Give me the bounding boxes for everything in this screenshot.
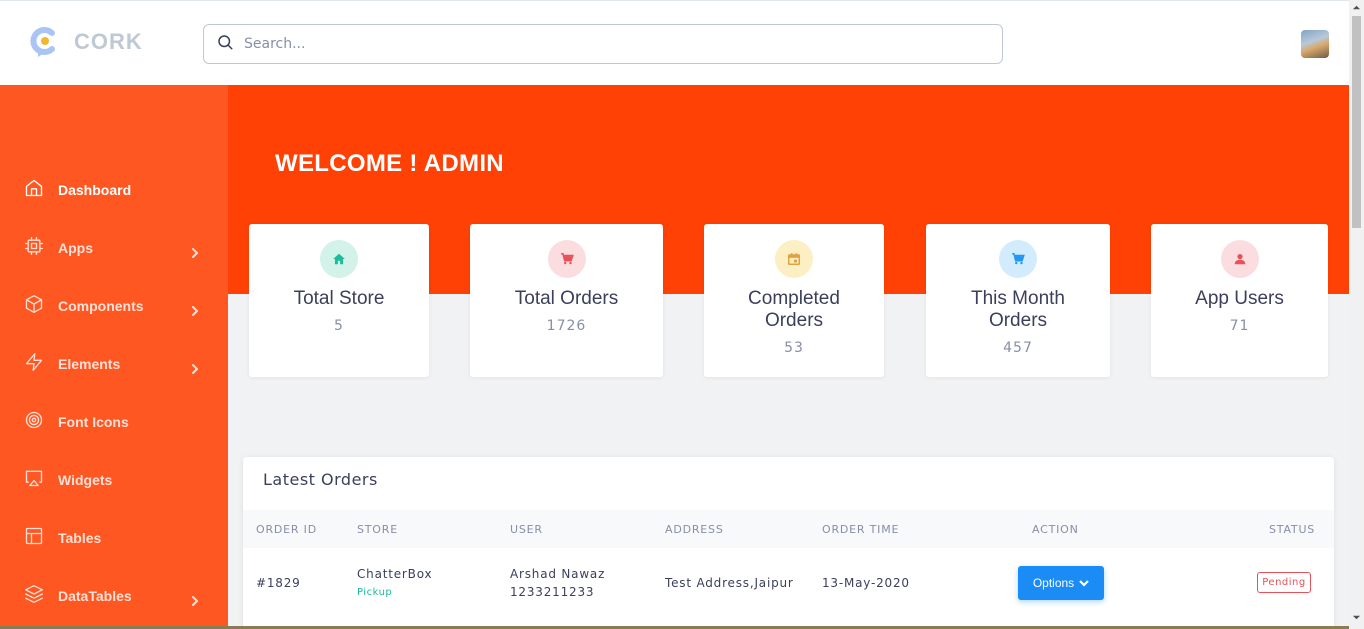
- chevron-right-icon: [190, 591, 200, 606]
- search-icon: [216, 33, 234, 55]
- logo-icon: [30, 25, 60, 59]
- options-button[interactable]: Options: [1018, 566, 1104, 600]
- sidebar-item-label: DataTables: [58, 588, 132, 604]
- column-header-status[interactable]: STATUS: [1269, 523, 1315, 536]
- column-header-order-id[interactable]: ORDER ID: [256, 523, 317, 536]
- scroll-up-arrow-icon[interactable]: [1352, 3, 1361, 12]
- cart-icon: [999, 240, 1037, 278]
- stat-title: App Users: [1195, 288, 1284, 309]
- sidebar-item-widgets[interactable]: Widgets: [0, 460, 228, 500]
- layers-icon: [24, 584, 44, 608]
- brand-logo[interactable]: CORK: [30, 25, 143, 59]
- stat-title: Total Orders: [514, 288, 619, 309]
- sidebar: Dashboard Apps Components Elements Font …: [0, 85, 228, 629]
- stat-value: 457: [1003, 340, 1033, 356]
- sidebar-item-label: Tables: [58, 530, 102, 546]
- stat-card-app-users[interactable]: App Users 71: [1151, 224, 1328, 377]
- sidebar-item-label: Dashboard: [58, 182, 132, 198]
- calendar-icon: [775, 240, 813, 278]
- page-title: WELCOME ! ADMIN: [275, 150, 504, 177]
- stat-value: 53: [784, 340, 804, 356]
- order-time: 13-May-2020: [822, 576, 910, 590]
- stat-card-completed-orders[interactable]: Completed Orders 53: [704, 224, 884, 377]
- status-badge: Pending: [1257, 572, 1311, 593]
- column-header-action[interactable]: ACTION: [1032, 523, 1079, 536]
- home-icon: [320, 240, 358, 278]
- stat-title: Completed Orders: [748, 288, 840, 331]
- sidebar-item-label: Components: [58, 298, 144, 314]
- zap-icon: [24, 352, 44, 376]
- user-icon: [1220, 240, 1259, 278]
- options-label: Options: [1032, 576, 1075, 590]
- store-type: Pickup: [357, 587, 393, 598]
- stat-value: 5: [334, 318, 344, 334]
- column-header-order-time[interactable]: ORDER TIME: [822, 523, 899, 536]
- layout-icon: [24, 526, 44, 550]
- airplay-icon: [24, 468, 44, 492]
- stat-card-total-store[interactable]: Total Store 5: [249, 224, 429, 377]
- home-icon: [24, 178, 44, 202]
- sidebar-item-font-icons[interactable]: Font Icons: [0, 402, 228, 442]
- user-name: Arshad Nawaz: [510, 567, 606, 581]
- cpu-icon: [24, 236, 44, 260]
- cart-icon: [547, 240, 586, 278]
- stat-card-this-month-orders[interactable]: This Month Orders 457: [926, 224, 1110, 377]
- search-input[interactable]: [244, 36, 944, 52]
- sidebar-item-label: Apps: [58, 240, 93, 256]
- store-name: ChatterBox: [357, 567, 433, 581]
- sidebar-item-components[interactable]: Components: [0, 286, 228, 326]
- chevron-right-icon: [190, 243, 200, 258]
- sidebar-item-label: Font Icons: [58, 414, 129, 430]
- latest-orders-panel: Latest Orders ORDER ID STORE USER ADDRES…: [243, 457, 1334, 629]
- stat-value: 1726: [546, 318, 587, 334]
- sidebar-item-apps[interactable]: Apps: [0, 228, 228, 268]
- column-header-store[interactable]: STORE: [357, 523, 398, 536]
- sidebar-item-dashboard[interactable]: Dashboard: [0, 170, 228, 210]
- order-id[interactable]: #1829: [256, 576, 301, 590]
- stat-value: 71: [1229, 318, 1250, 334]
- sidebar-item-label: Widgets: [58, 472, 113, 488]
- search-bar[interactable]: [203, 24, 1003, 64]
- top-header: CORK: [0, 0, 1349, 85]
- box-icon: [24, 294, 44, 318]
- chevron-down-icon: [1079, 580, 1089, 587]
- column-header-user[interactable]: USER: [510, 523, 543, 536]
- sidebar-item-elements[interactable]: Elements: [0, 344, 228, 384]
- page-scrollbar[interactable]: [1349, 0, 1364, 629]
- scroll-down-arrow-icon[interactable]: [1352, 613, 1361, 622]
- stat-title: This Month Orders: [971, 288, 1065, 331]
- target-icon: [24, 410, 44, 434]
- chevron-right-icon: [190, 301, 200, 316]
- user-phone: 1233211233: [510, 585, 595, 599]
- column-header-address[interactable]: ADDRESS: [665, 523, 724, 536]
- stat-card-total-orders[interactable]: Total Orders 1726: [470, 224, 663, 377]
- scrollbar-thumb[interactable]: [1352, 16, 1361, 228]
- order-address: Test Address,Jaipur: [665, 576, 794, 590]
- sidebar-item-tables[interactable]: Tables: [0, 518, 228, 558]
- brand-name: CORK: [74, 29, 143, 54]
- table-header: [243, 510, 1334, 548]
- sidebar-item-datatables[interactable]: DataTables: [0, 576, 228, 616]
- user-avatar[interactable]: [1301, 30, 1329, 58]
- panel-title: Latest Orders: [263, 470, 378, 489]
- stat-title: Total Store: [293, 288, 385, 309]
- chevron-right-icon: [190, 359, 200, 374]
- sidebar-item-label: Elements: [58, 356, 121, 372]
